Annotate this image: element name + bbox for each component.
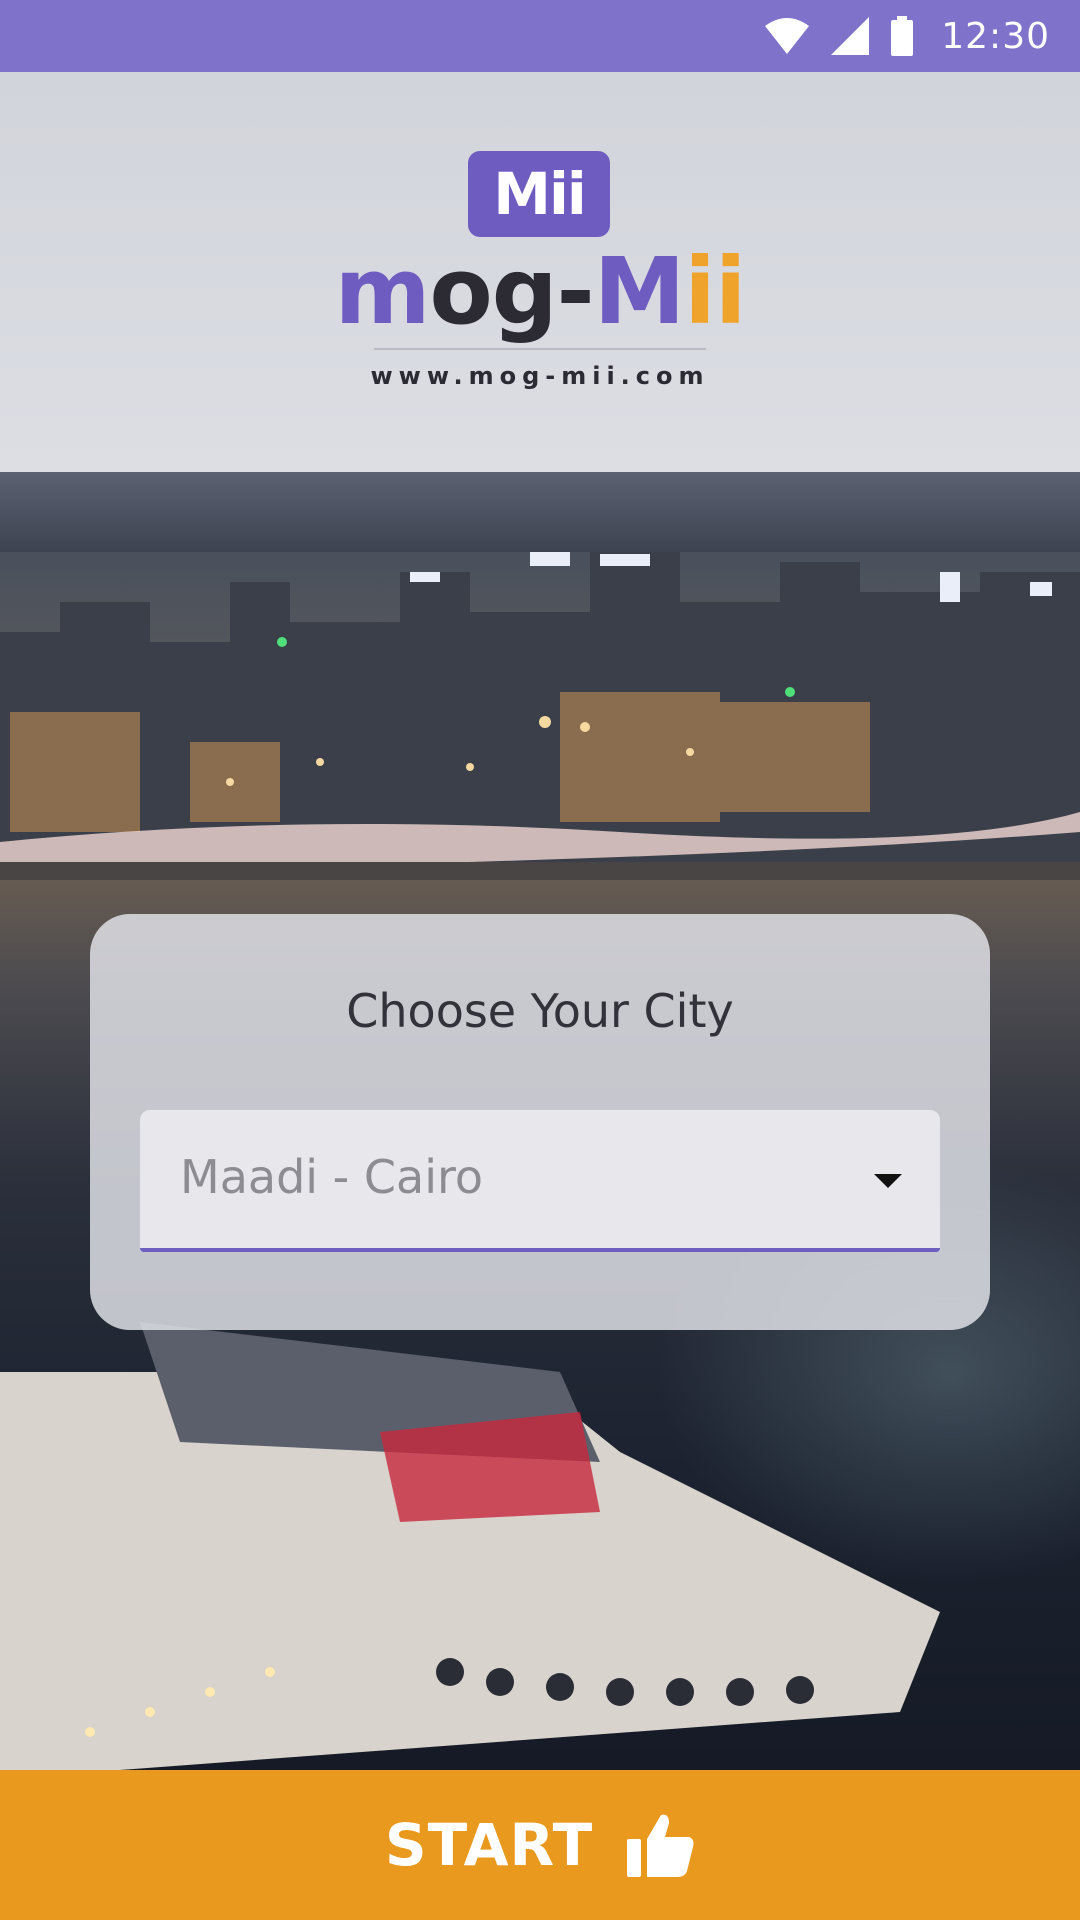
- wifi-icon: [765, 18, 810, 54]
- cell-signal-icon: [831, 17, 870, 55]
- thumbs-up-icon: [627, 1813, 695, 1877]
- brand-header: Mii mog-Mii www.mog-mii.com: [0, 72, 1080, 472]
- website-url: www.mog-mii.com: [370, 362, 710, 390]
- wordmark-part: ii: [684, 238, 746, 345]
- status-bar: 12:30: [0, 0, 1080, 72]
- selected-city: Maadi - Cairo: [180, 1150, 484, 1204]
- boat: [0, 1322, 940, 1770]
- bridge: [0, 812, 1080, 880]
- logo-badge: Mii: [468, 151, 610, 237]
- start-label: START: [384, 1811, 594, 1879]
- brand-wordmark: mog-Mii: [0, 246, 1080, 338]
- caret-down-icon: [874, 1174, 902, 1188]
- wordmark-part: m: [334, 238, 431, 345]
- card-title: Choose Your City: [346, 984, 734, 1038]
- battery-icon: [891, 16, 914, 56]
- status-time: 12:30: [941, 15, 1050, 57]
- start-button[interactable]: START: [0, 1770, 1080, 1920]
- choose-city-card: Choose Your City Maadi - Cairo: [90, 914, 990, 1330]
- logo-divider: [374, 348, 706, 350]
- wordmark-part: M: [593, 238, 686, 345]
- city-dropdown[interactable]: Maadi - Cairo: [140, 1110, 940, 1252]
- wordmark-part: og-: [429, 238, 594, 345]
